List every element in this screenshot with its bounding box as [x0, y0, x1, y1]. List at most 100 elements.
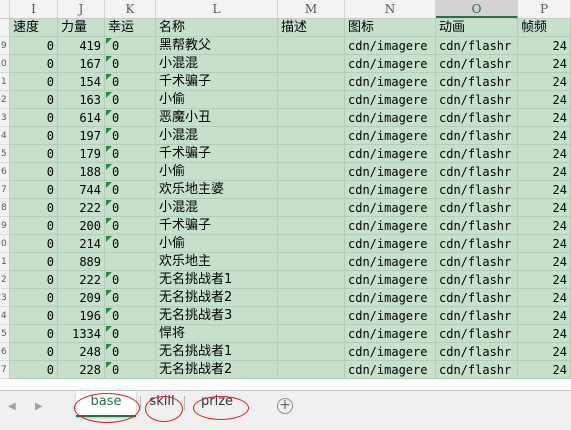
cell-name[interactable]: 无名挑战者2	[156, 289, 278, 307]
cell-icon[interactable]: cdn/imagere	[345, 235, 436, 253]
cell-anim[interactable]: cdn/flashr	[436, 109, 518, 127]
cell-anim[interactable]: cdn/flashr	[436, 217, 518, 235]
column-header-p[interactable]: P	[518, 0, 571, 18]
cell-desc[interactable]	[278, 217, 345, 235]
row-number[interactable]: 5	[0, 325, 10, 343]
cell-fps[interactable]: 24	[518, 37, 571, 55]
row-number[interactable]: 9	[0, 217, 10, 235]
cell-icon[interactable]: cdn/imagere	[345, 37, 436, 55]
cell-power[interactable]: 196	[58, 307, 105, 325]
cell-fps[interactable]: 24	[518, 307, 571, 325]
cell-anim[interactable]: cdn/flashr	[436, 361, 518, 379]
cell-desc[interactable]	[278, 37, 345, 55]
cell-desc[interactable]	[278, 235, 345, 253]
cell-desc[interactable]	[278, 145, 345, 163]
cell-desc[interactable]	[278, 109, 345, 127]
header-cell-power[interactable]: 力量	[58, 19, 105, 37]
cell-luck[interactable]: 0	[105, 235, 156, 253]
cell-fps[interactable]: 24	[518, 199, 571, 217]
cell-fps[interactable]: 24	[518, 235, 571, 253]
cell-power[interactable]: 209	[58, 289, 105, 307]
cell-luck[interactable]: 0	[105, 37, 156, 55]
cell-luck[interactable]: 0	[105, 325, 156, 343]
cell-power[interactable]: 222	[58, 271, 105, 289]
cell-name[interactable]: 小偷	[156, 235, 278, 253]
cell-fps[interactable]: 24	[518, 163, 571, 181]
cell-power[interactable]: 179	[58, 145, 105, 163]
row-number[interactable]: 1	[0, 73, 10, 91]
cell-name[interactable]: 欢乐地主婆	[156, 181, 278, 199]
cell-desc[interactable]	[278, 271, 345, 289]
cell-luck[interactable]: 0	[105, 361, 156, 379]
cell-icon[interactable]: cdn/imagere	[345, 163, 436, 181]
cell-name[interactable]: 无名挑战者1	[156, 343, 278, 361]
cell-speed[interactable]: 0	[10, 253, 58, 271]
cell-icon[interactable]: cdn/imagere	[345, 91, 436, 109]
cell-name[interactable]: 小偷	[156, 91, 278, 109]
cell-luck[interactable]: 0	[105, 343, 156, 361]
cell-icon[interactable]: cdn/imagere	[345, 181, 436, 199]
column-header-n[interactable]: N	[345, 0, 436, 18]
row-number[interactable]: 6	[0, 163, 10, 181]
header-cell-luck[interactable]: 幸运	[105, 19, 156, 37]
row-number[interactable]: 2	[0, 91, 10, 109]
row-number[interactable]: 0	[0, 55, 10, 73]
cell-speed[interactable]: 0	[10, 145, 58, 163]
spreadsheet-grid[interactable]: IJKLMNOP 速度 力量 幸运 名称 描述 图标 动画 帧频 9 0 419 0 黑帮教父 cdn/i…	[0, 0, 571, 390]
cell-power[interactable]: 419	[58, 37, 105, 55]
cell-fps[interactable]: 24	[518, 181, 571, 199]
cell-luck[interactable]: 0	[105, 91, 156, 109]
cell-fps[interactable]: 24	[518, 91, 571, 109]
cell-desc[interactable]	[278, 163, 345, 181]
cell-desc[interactable]	[278, 343, 345, 361]
cell-name[interactable]: 小偷	[156, 163, 278, 181]
cell-anim[interactable]: cdn/flashr	[436, 253, 518, 271]
cell-name[interactable]: 欢乐地主	[156, 253, 278, 271]
cell-fps[interactable]: 24	[518, 145, 571, 163]
cell-fps[interactable]: 24	[518, 127, 571, 145]
tab-base[interactable]: base	[76, 391, 136, 417]
cell-power[interactable]: 744	[58, 181, 105, 199]
cell-fps[interactable]: 24	[518, 325, 571, 343]
cell-name[interactable]: 恶魔小丑	[156, 109, 278, 127]
cell-anim[interactable]: cdn/flashr	[436, 37, 518, 55]
cell-icon[interactable]: cdn/imagere	[345, 271, 436, 289]
cell-anim[interactable]: cdn/flashr	[436, 343, 518, 361]
cell-power[interactable]: 154	[58, 73, 105, 91]
cell-luck[interactable]: 0	[105, 109, 156, 127]
cell-luck[interactable]: 0	[105, 127, 156, 145]
cell-power[interactable]: 222	[58, 199, 105, 217]
cell-power[interactable]: 163	[58, 91, 105, 109]
cell-speed[interactable]: 0	[10, 235, 58, 253]
cell-fps[interactable]: 24	[518, 109, 571, 127]
cell-desc[interactable]	[278, 127, 345, 145]
cell-desc[interactable]	[278, 91, 345, 109]
cell-anim[interactable]: cdn/flashr	[436, 199, 518, 217]
cell-icon[interactable]: cdn/imagere	[345, 145, 436, 163]
row-number[interactable]: 7	[0, 181, 10, 199]
cell-luck[interactable]: 0	[105, 271, 156, 289]
header-cell-name[interactable]: 名称	[156, 19, 278, 37]
cell-name[interactable]: 小混混	[156, 55, 278, 73]
row-number[interactable]: 1	[0, 253, 10, 271]
row-number[interactable]	[0, 19, 10, 37]
cell-name[interactable]: 无名挑战者3	[156, 307, 278, 325]
cell-luck[interactable]: 0	[105, 307, 156, 325]
column-header-i[interactable]: I	[10, 0, 58, 18]
column-header-j[interactable]: J	[58, 0, 105, 18]
cell-speed[interactable]: 0	[10, 127, 58, 145]
cell-icon[interactable]: cdn/imagere	[345, 109, 436, 127]
cell-icon[interactable]: cdn/imagere	[345, 253, 436, 271]
cell-fps[interactable]: 24	[518, 73, 571, 91]
header-cell-anim[interactable]: 动画	[436, 19, 518, 37]
cell-name[interactable]: 悍将	[156, 325, 278, 343]
row-number[interactable]: 4	[0, 127, 10, 145]
cell-luck[interactable]	[105, 253, 156, 271]
cell-icon[interactable]: cdn/imagere	[345, 127, 436, 145]
cell-luck[interactable]: 0	[105, 73, 156, 91]
triangle-left-icon[interactable]: ◀	[8, 401, 16, 412]
cell-desc[interactable]	[278, 181, 345, 199]
row-number[interactable]: 2	[0, 271, 10, 289]
header-cell-fps[interactable]: 帧频	[518, 19, 571, 37]
cell-speed[interactable]: 0	[10, 109, 58, 127]
